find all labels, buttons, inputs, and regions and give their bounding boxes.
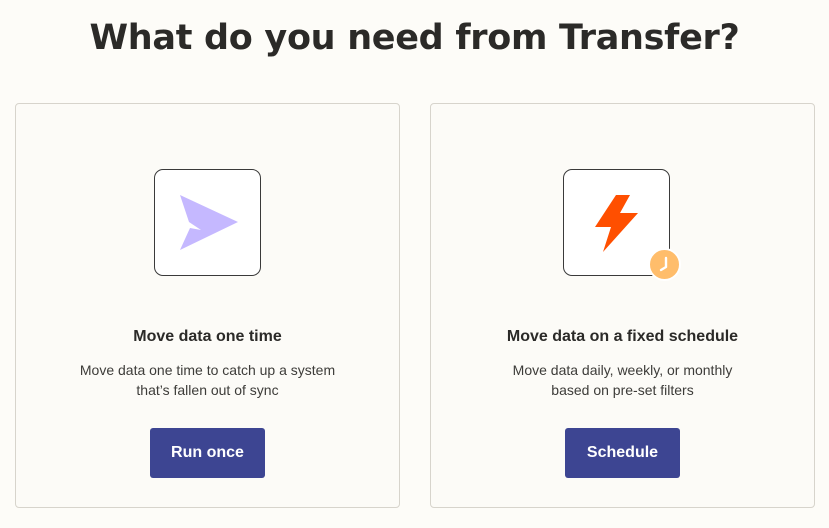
clock-icon (659, 256, 668, 272)
option-title: Move data one time (133, 328, 282, 345)
run-once-button[interactable]: Run once (150, 428, 265, 478)
option-description: Move data daily, weekly, or monthly base… (471, 360, 774, 400)
option-description-line: that’s fallen out of sync (136, 382, 279, 398)
option-description-line: Move data one time to catch up a system (79, 362, 336, 378)
option-description: Move data one time to catch up a system … (56, 360, 359, 400)
option-card-run-once[interactable]: Move data one time Move data one time to… (15, 103, 400, 508)
page-title: What do you need from Transfer? (89, 18, 740, 58)
icon-tile (563, 169, 681, 281)
option-description-line: Move data daily, weekly, or monthly (512, 362, 733, 378)
clock-badge (648, 248, 681, 281)
option-description-line: based on pre-set filters (551, 382, 694, 398)
option-title: Move data on a fixed schedule (506, 328, 739, 345)
schedule-button[interactable]: Schedule (565, 428, 680, 478)
paper-plane-icon (180, 195, 238, 250)
icon-tile (154, 169, 261, 276)
option-card-schedule[interactable]: Move data on a fixed schedule Move data … (430, 103, 815, 508)
